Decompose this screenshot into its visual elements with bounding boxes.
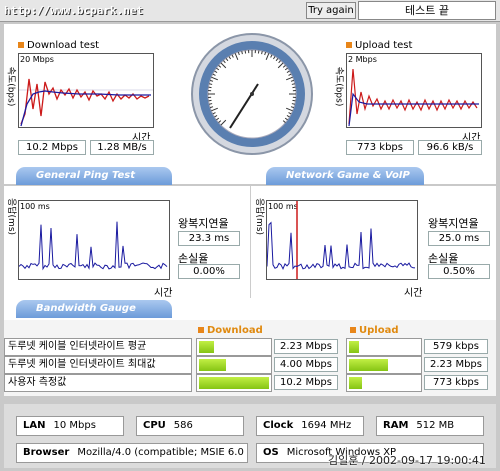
upload-bullet-icon	[346, 42, 352, 48]
gauge-tick	[291, 83, 295, 85]
upload-title-text: Upload test	[355, 40, 413, 51]
upload-bar-track	[346, 374, 422, 392]
ram-label: RAM	[383, 420, 409, 431]
ping2-rtt: 25.0 ms	[428, 231, 490, 246]
download-bar-value: 4.00 Mbps	[274, 357, 338, 372]
gauge-tick	[261, 51, 263, 55]
gauge-tick	[209, 83, 213, 85]
download-bar-fill	[199, 377, 269, 389]
upload-ylabel: 속도(bps)	[333, 66, 344, 107]
ping-test-banner: General Ping Test	[16, 167, 172, 185]
site-url: http://www.bcpark.net	[4, 4, 144, 17]
gauge-upload-text: Upload	[359, 325, 399, 336]
bandwidth-gauge-banner: Bandwidth Gauge	[16, 300, 172, 318]
lan-value: 10 Mbps	[53, 420, 96, 431]
download-chart-graph	[19, 78, 153, 127]
upload-kbs: 96.6 kB/s	[418, 140, 482, 155]
game-voip-banner: Network Game & VoIP Test	[266, 167, 424, 199]
clock-label: Clock	[263, 420, 294, 431]
upload-bar-value: 2.23 Mbps	[424, 357, 488, 372]
ping1-line	[19, 221, 168, 271]
gauge-upload-header: Upload	[350, 325, 398, 336]
os-label: OS	[263, 447, 279, 458]
download-bar-fill	[199, 341, 215, 353]
upload-bar-fill	[349, 377, 363, 389]
lan-info: LAN 10 Mbps	[16, 416, 124, 436]
browser-info: Browser Mozilla/4.0 (compatible; MSIE 6.0	[16, 443, 248, 463]
ping1-rtt-label: 왕복지연율	[178, 217, 229, 230]
ping2-loss: 0.50%	[428, 264, 490, 279]
ping2-chart: 100 ms	[266, 200, 418, 280]
upload-chart: 2 Mbps	[346, 53, 482, 128]
lan-label: LAN	[23, 420, 46, 431]
download-peak-line	[20, 78, 150, 125]
speed-gauge	[191, 33, 313, 155]
gauge-row-label: 사용자 측정값	[4, 374, 192, 392]
download-bar-value: 2.23 Mbps	[274, 339, 338, 354]
ping1-rtt: 23.3 ms	[178, 231, 240, 246]
cpu-value: 586	[173, 420, 193, 431]
clock-info: Clock 1694 MHz	[256, 416, 364, 436]
upload-bar-track	[346, 338, 422, 356]
upload-bar-value: 579 kbps	[424, 339, 488, 354]
ping1-xlabel: 시간	[154, 288, 173, 299]
upload-chart-graph	[348, 68, 479, 127]
status-box: 테스트 끝	[358, 1, 496, 20]
download-ylabel: 속도(bps)	[5, 66, 16, 107]
ram-info: RAM 512 MB	[376, 416, 484, 436]
gauge-download-bullet-icon	[198, 327, 204, 333]
ping1-chart: 100 ms	[18, 200, 170, 280]
upload-bar-fill	[349, 359, 388, 371]
ping1-graph	[19, 221, 168, 271]
download-bar-fill	[199, 359, 227, 371]
timestamp-stamp: 김일훈 / 2002-09-17 19:00:41	[328, 454, 486, 467]
gauge-upload-bullet-icon	[350, 327, 356, 333]
browser-label: Browser	[23, 447, 70, 458]
upload-bar-track	[346, 356, 422, 374]
upload-bar-fill	[349, 341, 359, 353]
download-title-text: Download test	[27, 40, 100, 51]
gauge-tick	[241, 51, 243, 55]
gauge-row-label: 두루넷 케이블 인터넷라이트 평균	[4, 338, 192, 356]
download-bar-track	[196, 356, 272, 374]
clock-value: 1694 MHz	[301, 420, 352, 431]
ping2-xlabel: 시간	[404, 288, 423, 299]
gauge-download-text: Download	[207, 325, 263, 336]
ping2-line	[267, 221, 416, 271]
gauge-tick	[209, 103, 213, 105]
ram-value: 512 MB	[416, 420, 455, 431]
gauge-row-label: 두루넷 케이블 인터넷라이트 최대값	[4, 356, 192, 374]
download-mbs: 1.28 MB/s	[90, 140, 154, 155]
ping2-rtt-label: 왕복지연율	[428, 217, 479, 230]
upload-peak-line	[348, 68, 478, 125]
cpu-info: CPU 586	[136, 416, 244, 436]
try-again-button[interactable]: Try again	[306, 2, 356, 19]
ping1-loss: 0.00%	[178, 264, 240, 279]
upload-kbps: 773 kbps	[346, 140, 414, 155]
ping-divider	[250, 186, 251, 298]
download-bullet-icon	[18, 42, 24, 48]
download-bar-track	[196, 338, 272, 356]
download-bar-track	[196, 374, 272, 392]
gauge-download-header: Download	[198, 325, 263, 336]
ping2-graph	[267, 201, 416, 279]
download-mbps: 10.2 Mbps	[18, 140, 86, 155]
download-bar-value: 10.2 Mbps	[274, 375, 338, 390]
upload-title: Upload test	[346, 40, 412, 51]
download-title: Download test	[18, 40, 99, 51]
upload-bar-value: 773 kbps	[424, 375, 488, 390]
browser-value: Mozilla/4.0 (compatible; MSIE 6.0	[77, 447, 244, 458]
cpu-label: CPU	[143, 420, 166, 431]
download-chart: 20 Mbps	[18, 53, 154, 128]
gauge-tick	[291, 103, 295, 105]
